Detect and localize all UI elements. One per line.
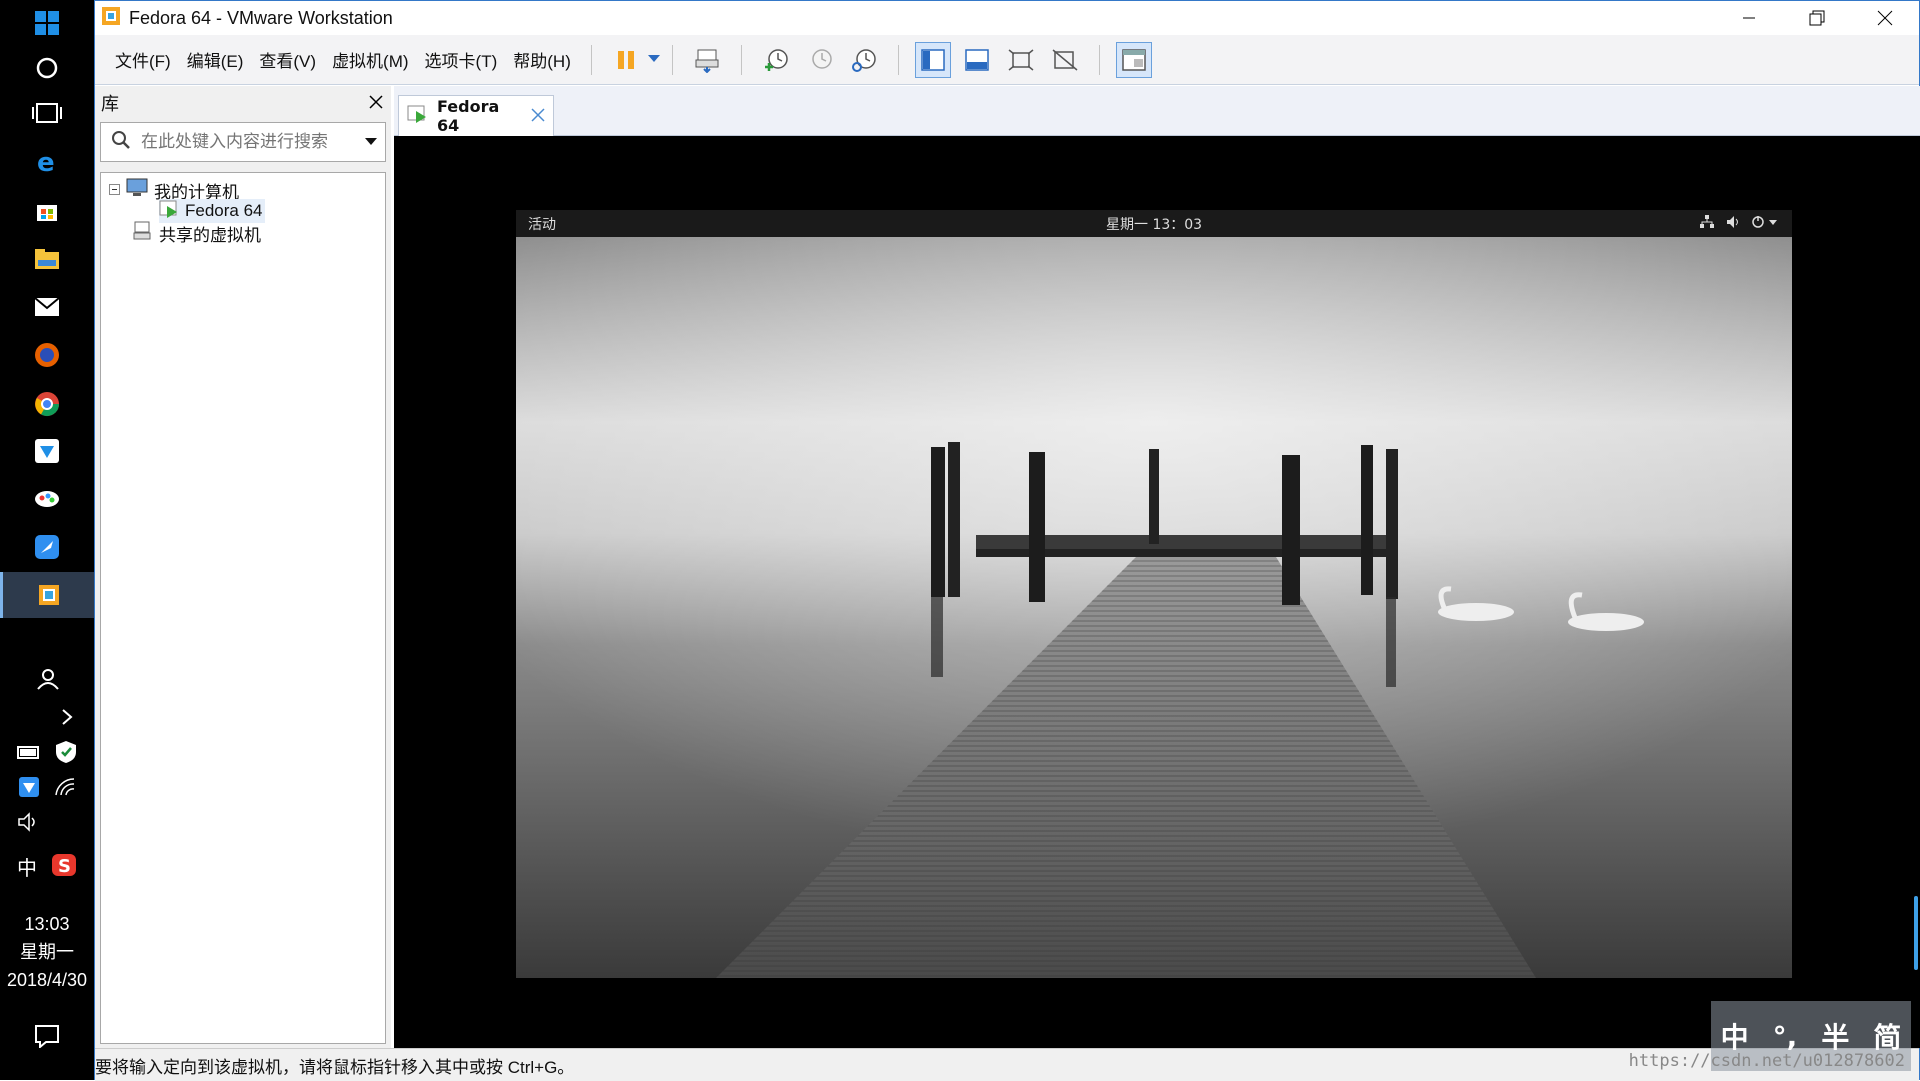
tab-fedora-64[interactable]: Fedora 64 [398, 95, 554, 136]
window-title: Fedora 64 - VMware Workstation [129, 7, 393, 28]
file-explorer-icon[interactable] [0, 236, 94, 282]
taskbar: e 中 S 13:03 星期一 2018/4/30 [0, 0, 94, 1080]
mail-icon[interactable] [0, 284, 94, 330]
start-button[interactable] [0, 0, 94, 46]
menu-tabs[interactable]: 选项卡(T) [417, 47, 506, 72]
battery-icon[interactable] [17, 744, 41, 764]
shared-vms-icon [133, 221, 153, 246]
close-tab-icon[interactable] [531, 107, 545, 126]
status-message: 要将输入定向到该虚拟机，请将鼠标指针移入其中或按 Ctrl+G。 [95, 1057, 575, 1077]
snapshot-manager-icon[interactable] [846, 42, 882, 78]
tray-row-1 [0, 740, 94, 768]
vmware-taskbar-icon[interactable] [0, 572, 94, 618]
network-icon[interactable] [1700, 214, 1714, 233]
ime-indicator[interactable]: 中 [17, 852, 37, 881]
send-ctrl-alt-del-icon[interactable] [689, 42, 725, 78]
tray-row-3 [0, 812, 94, 836]
feather-app-icon[interactable] [0, 524, 94, 570]
ime-chinese-key[interactable]: 中 [1721, 1016, 1749, 1056]
desktop-wallpaper [516, 237, 1792, 978]
menu-vm[interactable]: 虚拟机(M) [324, 47, 416, 72]
task-view-icon[interactable] [0, 90, 94, 136]
minimize-button[interactable] [1715, 1, 1783, 35]
console-view-icon[interactable] [1115, 41, 1152, 78]
tim-tray-icon[interactable] [18, 776, 40, 802]
clock-time: 13:03 [24, 914, 70, 934]
suspend-pause-button[interactable] [608, 42, 644, 78]
guest-screen[interactable]: 活动 星期一 13：03 [516, 210, 1792, 978]
vm-pane: Fedora 64 活动 星期一 13：03 [394, 86, 1920, 1048]
chrome-icon[interactable] [0, 381, 94, 427]
vm-tab-icon [407, 104, 429, 128]
tab-label: Fedora 64 [437, 97, 500, 135]
tree-node-fedora[interactable]: Fedora 64 [159, 199, 265, 223]
computer-icon [126, 178, 148, 203]
tab-strip: Fedora 64 [394, 86, 1920, 136]
vm-scroll-indicator[interactable] [1914, 896, 1918, 970]
restore-button[interactable] [1783, 1, 1851, 35]
search-input[interactable] [141, 132, 365, 152]
tree-label-shared: 共享的虚拟机 [159, 225, 261, 245]
clock-date: 2018/4/30 [6, 970, 88, 990]
power-dropdown-chevron-icon[interactable] [647, 52, 660, 67]
library-panel: 库 我的计算机 Fedora 64 共享的虚拟机 [95, 86, 391, 1048]
close-window-button[interactable] [1851, 1, 1919, 35]
toolbar-separator [897, 44, 899, 75]
toolbar-separator [590, 44, 592, 75]
activities-button[interactable]: 活动 [528, 214, 556, 234]
svg-text:e: e [37, 149, 55, 175]
library-title: 库 [101, 94, 119, 115]
ime-punct-key[interactable]: °, [1773, 1020, 1798, 1053]
unity-mode-icon[interactable] [1047, 42, 1083, 78]
firefox-icon[interactable] [0, 332, 94, 378]
paint-app-icon[interactable] [0, 476, 94, 522]
guest-clock[interactable]: 星期一 13：03 [1106, 214, 1202, 234]
revert-snapshot-icon[interactable] [802, 42, 838, 78]
svg-text:S: S [58, 856, 71, 877]
watermark: https://csdn.net/u012878602 [1628, 1051, 1905, 1071]
toolbar-separator [740, 44, 742, 75]
ime-simplified-key[interactable]: 简 [1873, 1016, 1901, 1056]
ime-halfwidth-key[interactable]: 半 [1821, 1016, 1849, 1056]
library-search[interactable] [100, 122, 386, 162]
tray-row-4: 中 S [0, 852, 94, 881]
collapse-toggle-icon[interactable] [109, 180, 120, 200]
show-thumbnail-bar-icon[interactable] [959, 42, 995, 78]
wifi-icon[interactable] [54, 777, 76, 801]
power-menu-icon[interactable] [1752, 215, 1778, 233]
clock-weekday: 星期一 [20, 942, 74, 962]
tree-label-fedora: Fedora 64 [185, 201, 263, 220]
menu-edit[interactable]: 编辑(E) [179, 47, 252, 72]
volume-icon[interactable] [17, 812, 41, 836]
gnome-top-bar: 活动 星期一 13：03 [516, 210, 1792, 237]
taskbar-clock[interactable]: 13:03 星期一 2018/4/30 [0, 910, 94, 994]
close-library-icon[interactable] [369, 93, 383, 114]
vmware-app-icon [101, 6, 121, 30]
menu-view[interactable]: 查看(V) [251, 47, 324, 72]
action-center-icon[interactable] [0, 1013, 94, 1059]
take-snapshot-icon[interactable] [758, 42, 794, 78]
toolbar-separator [671, 44, 673, 75]
vmware-window: Fedora 64 - VMware Workstation 文件(F) 编辑(… [94, 0, 1920, 1081]
edge-browser-icon[interactable]: e [0, 139, 94, 185]
tree-node-shared-vms[interactable]: 共享的虚拟机 [133, 221, 261, 245]
title-bar[interactable]: Fedora 64 - VMware Workstation [95, 1, 1919, 35]
menu-bar: 文件(F) 编辑(E) 查看(V) 虚拟机(M) 选项卡(T) 帮助(H) [95, 35, 1919, 85]
menu-file[interactable]: 文件(F) [107, 47, 179, 72]
guest-volume-icon[interactable] [1726, 215, 1740, 233]
sogou-ime-icon[interactable]: S [51, 853, 77, 881]
search-dropdown-chevron-icon[interactable] [365, 135, 377, 150]
menu-help[interactable]: 帮助(H) [505, 47, 579, 72]
show-library-icon[interactable] [914, 41, 951, 78]
tim-messenger-icon[interactable] [0, 428, 94, 474]
full-screen-icon[interactable] [1003, 42, 1039, 78]
tray-row-2 [0, 776, 94, 802]
library-tree: 我的计算机 Fedora 64 共享的虚拟机 [100, 172, 386, 1044]
store-icon[interactable] [0, 188, 94, 234]
toolbar-separator [1098, 44, 1100, 75]
security-shield-icon[interactable] [55, 740, 77, 768]
cortana-search-icon[interactable] [0, 45, 94, 91]
search-icon [111, 130, 131, 154]
